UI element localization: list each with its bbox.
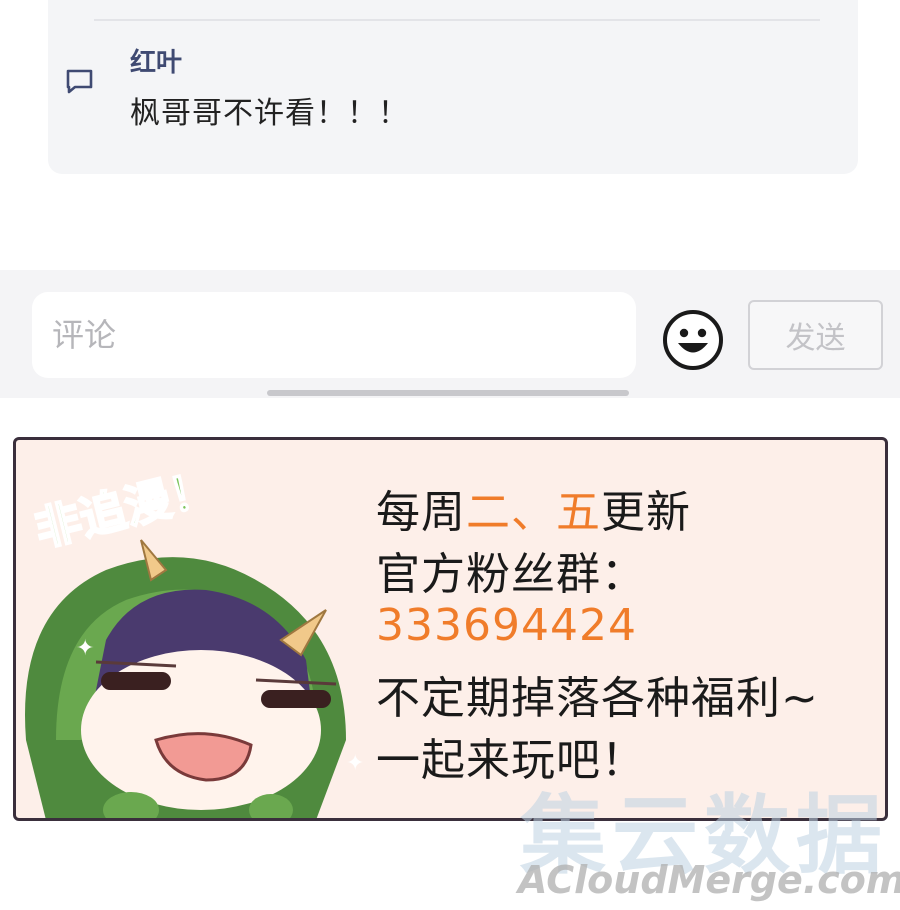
promo-banner: ✦ ✦ 非追漫！ 每周二、五更新 官方粉丝群： 333694424 不定期掉落各… [13, 437, 888, 821]
comment-bubble-icon[interactable] [65, 68, 95, 94]
home-indicator [267, 390, 629, 396]
schedule-day-1: 二 [466, 487, 511, 538]
comment-input-bar: 发送 [0, 270, 900, 398]
comment-input[interactable] [32, 292, 636, 378]
schedule-suffix: 更新 [601, 487, 691, 538]
schedule-day-2: 五 [556, 487, 601, 538]
svg-text:✦: ✦ [76, 636, 94, 661]
schedule-separator: 、 [511, 487, 556, 538]
send-button[interactable]: 发送 [748, 300, 883, 370]
comment-card: 红叶 枫哥哥不许看！！！ [48, 0, 858, 174]
promo-schedule: 每周二、五更新 [376, 476, 691, 540]
promo-badge-text: 非追漫！ [30, 460, 222, 557]
chibi-character-illustration: ✦ ✦ 非追漫！ [25, 459, 364, 818]
comment-text: 枫哥哥不许看！！！ [130, 96, 409, 131]
promo-benefit-text: 不定期掉落各种福利~ [376, 673, 819, 724]
smiley-face-icon[interactable] [661, 308, 725, 372]
svg-text:✦: ✦ [346, 751, 364, 776]
promo-group-number[interactable]: 333694424 [376, 600, 637, 651]
comment-author[interactable]: 红叶 [130, 42, 182, 79]
watermark-en: ACloudMerge.com [518, 858, 900, 902]
comment-divider [94, 19, 820, 21]
schedule-prefix: 每周 [376, 487, 466, 538]
promo-group-label: 官方粉丝群： [376, 549, 646, 600]
